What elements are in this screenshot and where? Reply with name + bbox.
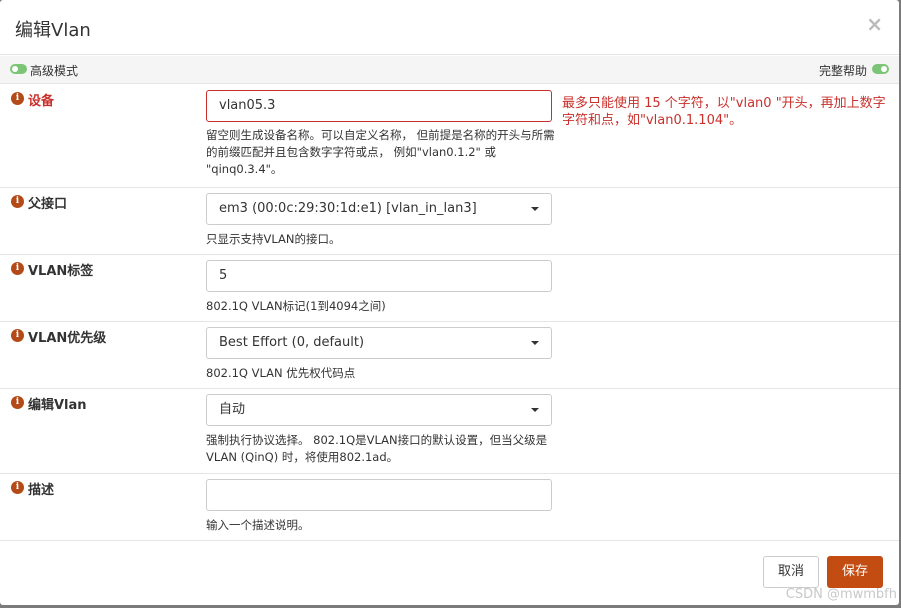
info-icon[interactable]: i [11,481,24,494]
full-help-label: 完整帮助 [818,64,867,78]
device-error-message: 最多只能使用 15 个字符，以"vlan0 "开头，再加上数字字符和点，如"vl… [562,96,886,128]
vlan-priority-label: VLAN优先级 [28,331,107,346]
vlan-tag-input[interactable]: 5 [206,260,552,292]
vlan-priority-row: i VLAN优先级 Best Effort (0, default) 802.1… [0,322,899,389]
vlan-protocol-select[interactable]: 自动 [206,394,552,426]
description-label: 描述 [28,483,55,498]
device-help-text: 留空则生成设备名称。可以自定义名称， 但前提是名称的开头与所需的前缀匹配并且包含… [206,128,555,176]
edit-vlan-dialog: 编辑Vlan × 高级模式 完整帮助 i 设备 vlan05.3 最多只能使用 … [0,0,899,605]
vlan-tag-row: i VLAN标签 5 802.1Q VLAN标记(1到4094之间) [0,255,899,322]
close-icon[interactable]: × [866,14,883,34]
parent-interface-select[interactable]: em3 (00:0c:29:30:1d:e1) [vlan_in_lan3] [206,193,552,225]
toggle-switch-icon[interactable] [10,64,27,74]
info-icon[interactable]: i [11,329,24,342]
device-row: i 设备 vlan05.3 最多只能使用 15 个字符，以"vlan0 "开头，… [0,85,899,188]
description-row: i 描述 输入一个描述说明。 [0,474,899,541]
dialog-footer: 取消 保存 [0,541,899,605]
vlan-priority-select[interactable]: Best Effort (0, default) [206,327,552,359]
info-icon[interactable]: i [11,92,24,105]
cancel-button[interactable]: 取消 [763,556,819,588]
mode-toolbar: 高级模式 完整帮助 [0,56,899,84]
vlan-protocol-label: 编辑Vlan [28,398,87,413]
parent-interface-row: i 父接口 em3 (00:0c:29:30:1d:e1) [vlan_in_l… [0,188,899,255]
dialog-title: 编辑Vlan [15,20,91,41]
parent-interface-help-text: 只显示支持VLAN的接口。 [206,232,341,246]
info-icon[interactable]: i [11,195,24,208]
vlan-tag-help-text: 802.1Q VLAN标记(1到4094之间) [206,299,386,313]
parent-interface-label: 父接口 [28,197,68,212]
description-input[interactable] [206,479,552,511]
vlan-priority-help-text: 802.1Q VLAN 优先权代码点 [206,366,356,380]
device-input[interactable]: vlan05.3 [206,90,552,122]
chevron-down-icon [531,207,539,211]
parent-interface-value: em3 (00:0c:29:30:1d:e1) [vlan_in_lan3] [219,201,477,216]
watermark: CSDN @mwmbfh [785,587,897,602]
description-help-text: 输入一个描述说明。 [206,518,310,532]
chevron-down-icon [531,408,539,412]
save-button[interactable]: 保存 [827,556,883,588]
vlan-priority-value: Best Effort (0, default) [219,335,365,350]
advanced-mode-label: 高级模式 [30,64,79,78]
dialog-header: 编辑Vlan × [0,0,899,55]
device-label: 设备 [28,94,55,109]
info-icon[interactable]: i [11,396,24,409]
vlan-tag-label: VLAN标签 [28,264,94,279]
chevron-down-icon [531,341,539,345]
vlan-protocol-value: 自动 [219,402,246,417]
vlan-protocol-row: i 编辑Vlan 自动 强制执行协议选择。 802.1Q是VLAN接口的默认设置… [0,389,899,474]
toggle-switch-icon[interactable] [872,64,889,74]
vlan-protocol-help-text: 强制执行协议选择。 802.1Q是VLAN接口的默认设置，但当父级是VLAN (… [206,433,548,464]
info-icon[interactable]: i [11,262,24,275]
